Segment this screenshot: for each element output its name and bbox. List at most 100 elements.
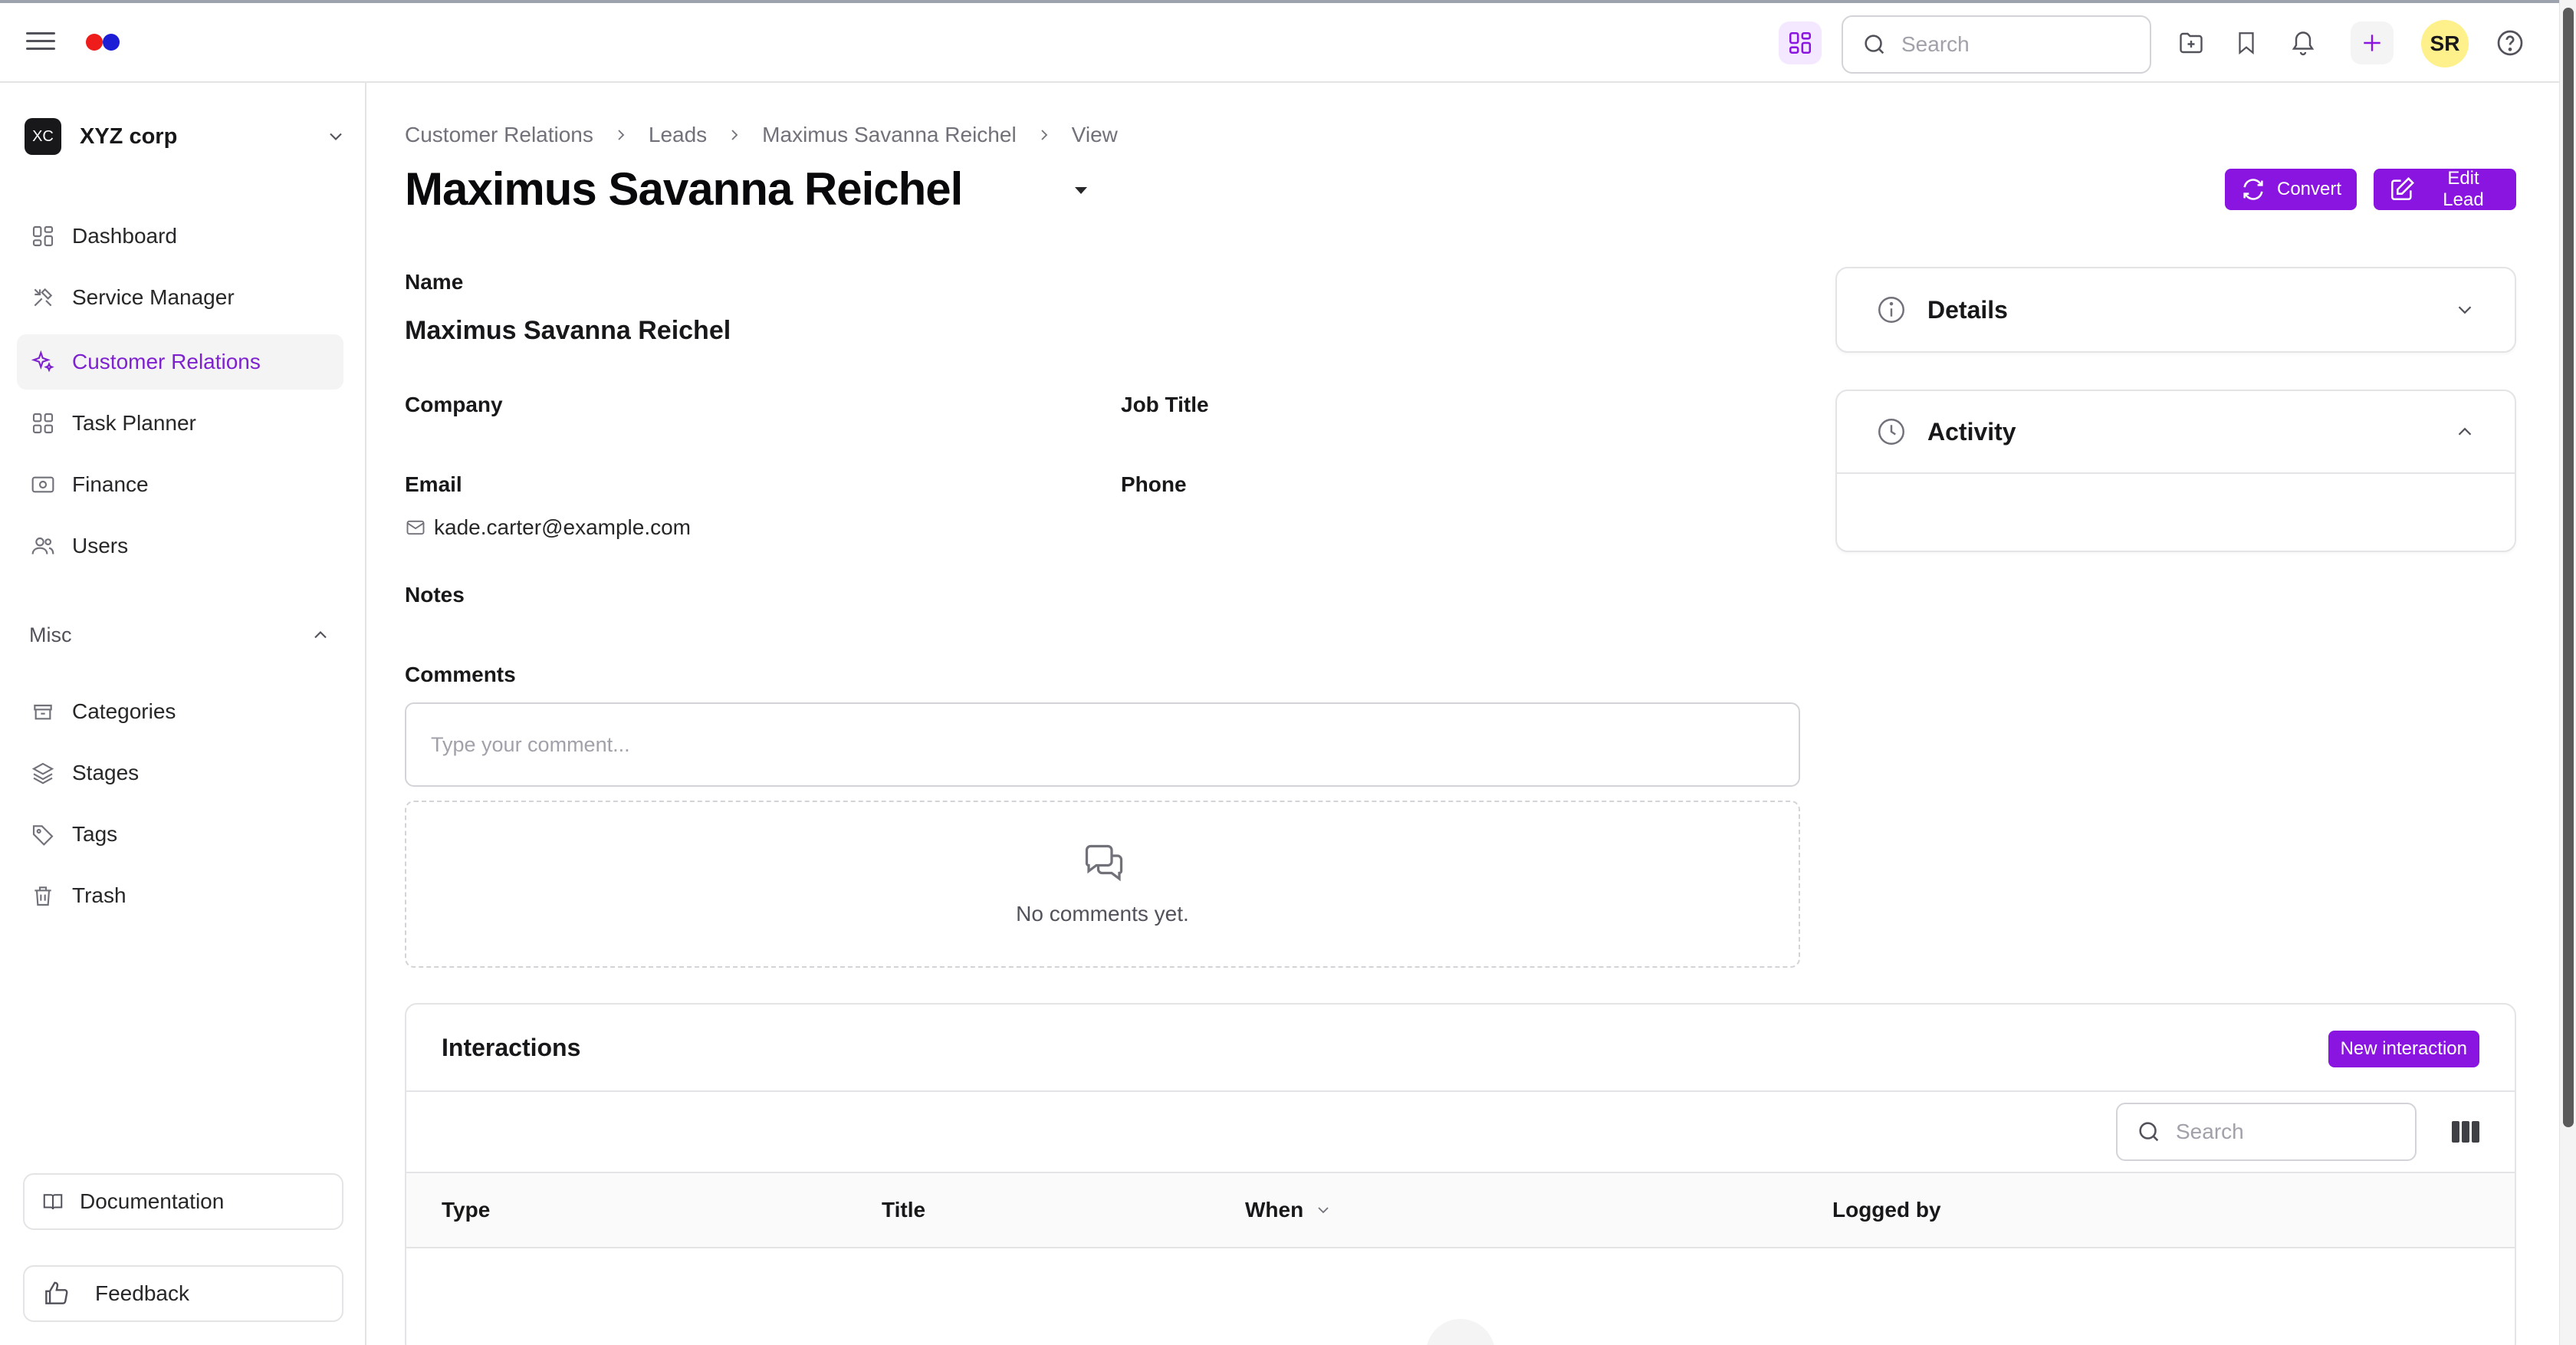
archive-icon [29, 698, 57, 725]
user-avatar[interactable]: SR [2421, 20, 2469, 67]
users-icon [29, 532, 57, 560]
column-header-logged-by[interactable]: Logged by [1832, 1198, 1941, 1222]
app-logo[interactable] [86, 34, 124, 51]
chat-bubbles-icon [1081, 840, 1127, 886]
mail-icon [405, 517, 426, 538]
page-scrollbar[interactable] [2559, 0, 2576, 1345]
email-value[interactable]: kade.carter@example.com [405, 515, 691, 540]
clock-icon [1875, 416, 1907, 448]
company-label: Company [405, 393, 503, 416]
details-panel-header[interactable]: Details [1837, 268, 2515, 351]
sidebar-item-label: Tags [72, 822, 118, 846]
sidebar-item-trash[interactable]: Trash [17, 868, 343, 923]
scrollbar-thumb[interactable] [2563, 8, 2574, 1127]
sidebar-item-label: Stages [72, 761, 140, 784]
bell-icon[interactable] [2282, 21, 2325, 64]
sidebar-item-tags[interactable]: Tags [17, 807, 343, 862]
refresh-icon [2240, 176, 2266, 202]
sidebar-item-users[interactable]: Users [17, 518, 343, 574]
loading-spinner [1426, 1319, 1495, 1345]
apps-grid-icon[interactable] [1779, 21, 1822, 64]
sidebar-item-label: Service Manager [72, 285, 235, 309]
edit-lead-button[interactable]: Edit Lead [2374, 168, 2516, 210]
chevron-right-icon [1035, 126, 1053, 144]
menu-icon[interactable] [26, 31, 55, 52]
comments-empty-text: No comments yet. [1016, 902, 1189, 926]
sidebar-item-label: Categories [72, 699, 176, 723]
org-name: XYZ corp [80, 123, 178, 149]
name-value: Maximus Savanna Reichel [405, 316, 731, 345]
chevron-up-icon [2453, 420, 2476, 443]
sidebar-item-stages[interactable]: Stages [17, 745, 343, 801]
activity-panel-header[interactable]: Activity [1837, 391, 2515, 474]
edit-lead-label: Edit Lead [2443, 168, 2484, 210]
folder-plus-icon[interactable] [2170, 21, 2213, 64]
grid-icon [29, 409, 57, 437]
sidebar-item-finance[interactable]: Finance [17, 457, 343, 512]
activity-title: Activity [1927, 417, 2016, 446]
sidebar-item-label: Trash [72, 883, 127, 907]
page-title: Maximus Savanna Reichel [405, 163, 963, 215]
documentation-label: Documentation [80, 1189, 225, 1213]
tag-icon [29, 820, 57, 848]
sidebar-item-categories[interactable]: Categories [17, 684, 343, 739]
sidebar-item-label: Users [72, 534, 129, 557]
misc-section-toggle[interactable]: Misc [29, 620, 331, 650]
feedback-label: Feedback [95, 1281, 189, 1305]
details-panel: Details [1835, 267, 2516, 353]
activity-panel: Activity [1835, 390, 2516, 552]
org-badge: XC [25, 118, 61, 155]
tools-icon [29, 284, 57, 311]
info-icon [1875, 294, 1907, 326]
sidebar-item-label: Dashboard [72, 224, 177, 248]
sidebar-item-label: Task Planner [72, 411, 196, 435]
columns-icon[interactable] [2450, 1118, 2481, 1146]
documentation-button[interactable]: Documentation [23, 1173, 343, 1230]
interactions-toolbar [406, 1092, 2515, 1173]
org-switcher[interactable]: XC XYZ corp [25, 113, 347, 159]
sidebar-item-task-planner[interactable]: Task Planner [17, 396, 343, 451]
sidebar-item-label: Customer Relations [72, 350, 261, 373]
sidebar-item-dashboard[interactable]: Dashboard [17, 209, 343, 264]
new-interaction-button[interactable]: New interaction [2328, 1031, 2479, 1067]
help-icon[interactable] [2489, 21, 2532, 64]
interactions-search[interactable] [2116, 1103, 2417, 1161]
caret-down-icon[interactable] [1072, 184, 1090, 196]
breadcrumb-item-view: View [1071, 123, 1118, 146]
interactions-table-header: Type Title When Logged by [406, 1173, 2515, 1248]
breadcrumb-item-lead-name[interactable]: Maximus Savanna Reichel [762, 123, 1017, 147]
dashboard-icon [29, 222, 57, 250]
interactions-search-input[interactable] [2176, 1120, 2406, 1144]
sidebar-item-service-manager[interactable]: Service Manager [17, 270, 343, 325]
email-text: kade.carter@example.com [434, 515, 692, 539]
interactions-title: Interactions [442, 1034, 581, 1061]
chevron-down-icon [325, 126, 347, 147]
breadcrumb-item-customer-relations[interactable]: Customer Relations [405, 123, 593, 147]
edit-icon [2389, 176, 2415, 202]
interactions-card: Interactions New interaction Type Title … [405, 1003, 2516, 1345]
convert-button[interactable]: Convert [2225, 169, 2357, 210]
global-search[interactable] [1842, 15, 2151, 74]
email-label: Email [405, 472, 462, 496]
breadcrumb: Customer Relations Leads Maximus Savanna… [405, 121, 1118, 149]
chevron-up-icon [310, 624, 331, 646]
column-header-type[interactable]: Type [442, 1198, 490, 1222]
money-icon [29, 471, 57, 498]
comment-input[interactable] [405, 702, 1800, 787]
search-icon [1861, 31, 1888, 58]
plus-icon[interactable] [2351, 21, 2394, 64]
job-title-label: Job Title [1121, 393, 1209, 416]
feedback-button[interactable]: Feedback [23, 1265, 343, 1322]
sidebar: XC XYZ corp Dashboard Service Manager Cu… [0, 83, 366, 1345]
global-search-input[interactable] [1901, 32, 2131, 57]
sidebar-item-label: Finance [72, 472, 149, 496]
top-bar: SR [0, 0, 2559, 83]
chevron-right-icon [725, 126, 744, 144]
column-header-when[interactable]: When [1245, 1198, 1332, 1222]
sidebar-item-customer-relations[interactable]: Customer Relations [17, 334, 343, 390]
bookmark-icon[interactable] [2225, 21, 2268, 64]
breadcrumb-item-leads[interactable]: Leads [649, 123, 707, 147]
chevron-down-icon [2453, 298, 2476, 321]
sparkles-icon [29, 348, 57, 376]
column-header-title[interactable]: Title [882, 1198, 925, 1222]
